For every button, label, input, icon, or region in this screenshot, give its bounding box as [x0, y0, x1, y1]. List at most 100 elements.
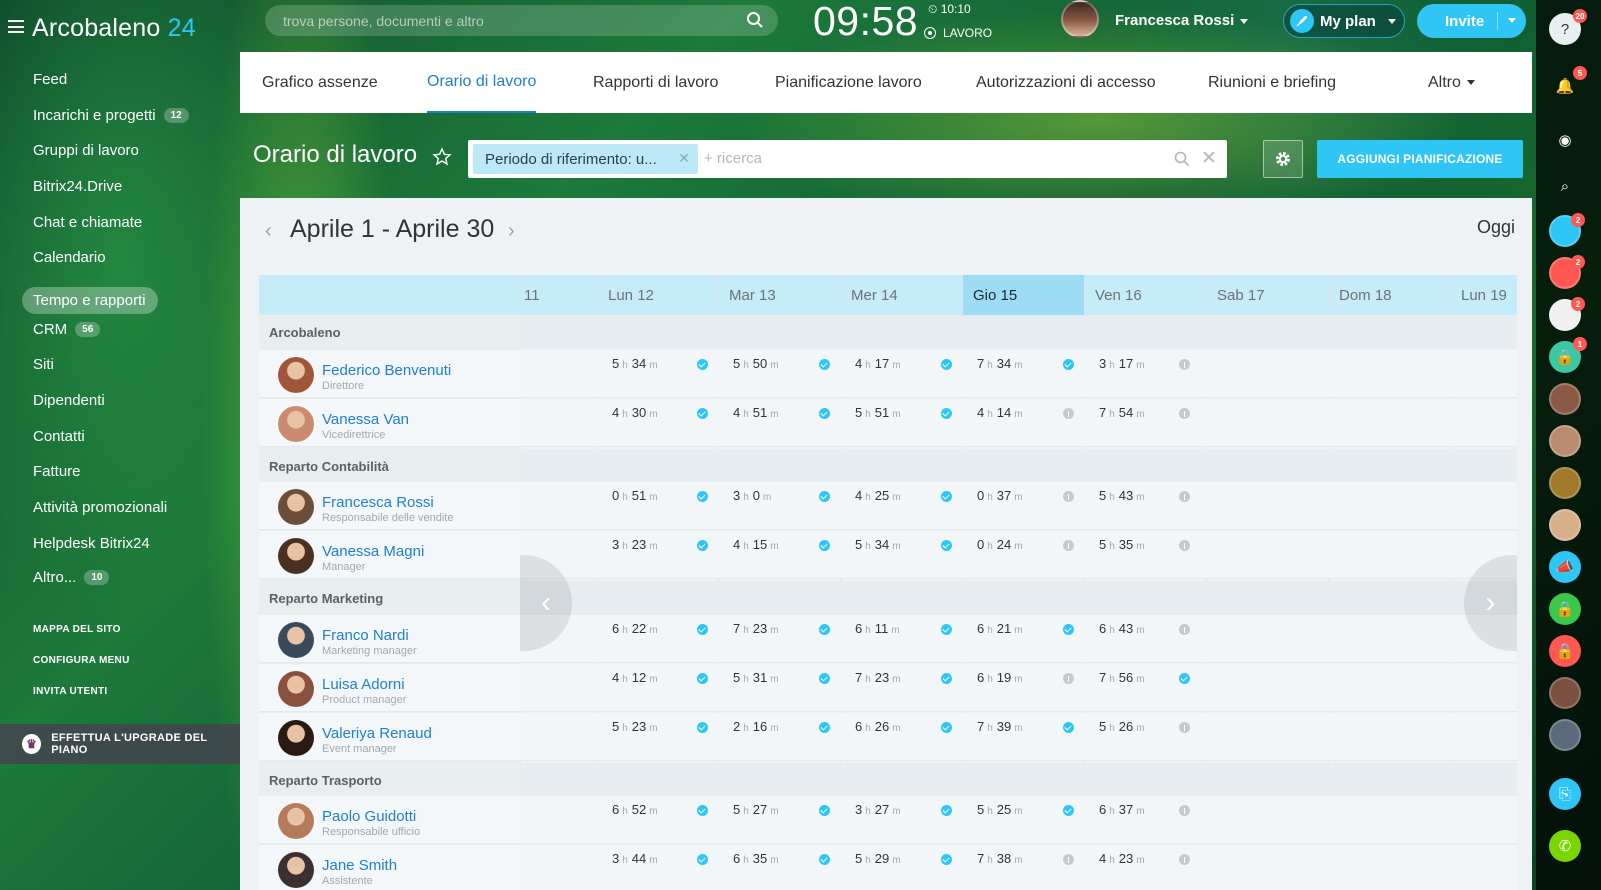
bell-icon[interactable]: 🔔 5: [1549, 66, 1587, 102]
day-header[interactable]: Dom 18: [1328, 275, 1450, 315]
employee-avatar[interactable]: [278, 803, 314, 839]
search-icon[interactable]: [746, 11, 764, 29]
worked-time[interactable]: 6 h 52 m: [612, 802, 662, 817]
sidebar-link-configure-menu[interactable]: CONFIGURA MENU: [33, 655, 130, 666]
document-icon[interactable]: ⎘: [1549, 778, 1581, 810]
tab-altro[interactable]: Altro: [1428, 52, 1475, 113]
contact-avatar[interactable]: 2: [1549, 213, 1585, 247]
contact-avatar[interactable]: [1549, 425, 1581, 457]
employee-avatar[interactable]: [278, 406, 314, 442]
employee-avatar[interactable]: [278, 357, 314, 393]
worked-time[interactable]: 0 h 37 m: [977, 488, 1027, 503]
invite-button[interactable]: Invite: [1417, 4, 1526, 38]
sidebar-item-contatti[interactable]: Contatti: [33, 428, 85, 445]
sidebar-item-crm[interactable]: CRM 56: [33, 321, 101, 338]
worked-time[interactable]: 4 h 12 m: [612, 670, 662, 685]
phone-icon[interactable]: ✆: [1549, 830, 1581, 862]
sidebar-link-site-map[interactable]: MAPPA DEL SITO: [33, 624, 121, 635]
worked-time[interactable]: 4 h 17 m: [855, 356, 905, 371]
employee-name[interactable]: Vanessa Magni: [322, 543, 424, 560]
star-icon[interactable]: [432, 147, 452, 167]
filter-search-input[interactable]: + ricerca: [704, 150, 762, 167]
worked-time[interactable]: 5 h 34 m: [855, 537, 905, 552]
worked-time[interactable]: 7 h 34 m: [977, 356, 1027, 371]
worked-time[interactable]: 3 h 17 m: [1099, 356, 1149, 371]
contact-avatar[interactable]: 2: [1549, 255, 1585, 289]
worked-time[interactable]: 3h0m: [733, 488, 775, 503]
worked-time[interactable]: 6 h 21 m: [977, 621, 1027, 636]
clear-icon[interactable]: ✕: [1201, 147, 1217, 170]
day-header[interactable]: Sab 17: [1206, 275, 1328, 315]
clock[interactable]: 09:58: [813, 0, 918, 45]
employee-name[interactable]: Valeriya Renaud: [322, 725, 432, 742]
worked-time[interactable]: 5 h 31 m: [733, 670, 783, 685]
worked-time[interactable]: 5 h 51 m: [855, 405, 905, 420]
menu-icon[interactable]: [8, 20, 24, 33]
employee-avatar[interactable]: [278, 852, 314, 888]
worked-time[interactable]: 3 h 23 m: [612, 537, 662, 552]
tab-riunioni-e-briefing[interactable]: Riunioni e briefing: [1208, 52, 1336, 113]
close-icon[interactable]: ✕: [678, 150, 690, 167]
worked-time[interactable]: 5 h 50 m: [733, 356, 783, 371]
search-icon[interactable]: ⌕: [1549, 170, 1581, 202]
day-header[interactable]: Mer 14: [840, 275, 962, 315]
day-header[interactable]: 11: [520, 275, 597, 315]
sidebar-item-altro[interactable]: Altro... 10: [33, 569, 110, 586]
filter-chip[interactable]: Periodo di riferimento: u... ✕: [473, 144, 698, 174]
employee-avatar[interactable]: [278, 622, 314, 658]
worked-time[interactable]: 6 h 43 m: [1099, 621, 1149, 636]
worked-time[interactable]: 6 h 35 m: [733, 851, 783, 866]
chat-icon[interactable]: ◉: [1549, 124, 1581, 156]
employee-avatar[interactable]: [278, 489, 314, 525]
day-header[interactable]: Ven 16: [1084, 275, 1206, 315]
worked-time[interactable]: 3 h 44 m: [612, 851, 662, 866]
employee-name[interactable]: Vanessa Van: [322, 411, 409, 428]
worked-time[interactable]: 5 h 27 m: [733, 802, 783, 817]
worked-time[interactable]: 4 h 15 m: [733, 537, 783, 552]
megaphone-icon[interactable]: 📣: [1549, 551, 1581, 583]
employee-name[interactable]: Paolo Guidotti: [322, 808, 416, 825]
lock-chat-icon[interactable]: 🔒: [1549, 593, 1581, 625]
user-menu[interactable]: Francesca Rossi: [1115, 12, 1249, 29]
worked-time[interactable]: 4 h 14 m: [977, 405, 1027, 420]
sidebar-item-feed[interactable]: Feed: [33, 71, 67, 88]
sidebar-item-bitrix24-drive[interactable]: Bitrix24.Drive: [33, 178, 122, 195]
search-icon[interactable]: [1174, 151, 1190, 167]
employee-avatar[interactable]: [278, 538, 314, 574]
upgrade-plan-button[interactable]: ♛ EFFETTUA L'UPGRADE DEL PIANO: [0, 724, 240, 764]
add-schedule-button[interactable]: AGGIUNGI PIANIFICAZIONE: [1317, 140, 1523, 178]
worked-time[interactable]: 5 h 34 m: [612, 356, 662, 371]
contact-avatar[interactable]: [1549, 677, 1581, 709]
worked-time[interactable]: 7 h 39 m: [977, 719, 1027, 734]
user-avatar[interactable]: [1061, 0, 1099, 38]
sidebar-item-incarichi-e-progetti[interactable]: Incarichi e progetti 12: [33, 107, 189, 124]
sidebar-item-chat-e-chiamate[interactable]: Chat e chiamate: [33, 214, 142, 231]
employee-name[interactable]: Federico Benvenuti: [322, 362, 451, 379]
sidebar-item-helpdesk-bitrix24[interactable]: Helpdesk Bitrix24: [33, 535, 150, 552]
tab-grafico-assenze[interactable]: Grafico assenze: [262, 52, 378, 113]
lock-chat-icon[interactable]: 🔒: [1549, 635, 1581, 667]
day-header[interactable]: Gio 15: [962, 275, 1084, 315]
tab-orario-di-lavoro[interactable]: Orario di lavoro: [427, 52, 537, 113]
contact-avatar[interactable]: [1549, 383, 1581, 415]
today-button[interactable]: Oggi: [1477, 217, 1515, 238]
sidebar-item-tempo-e-rapporti[interactable]: Tempo e rapporti: [22, 287, 158, 314]
worked-time[interactable]: 6 h 19 m: [977, 670, 1027, 685]
tab-autorizzazioni-di-accesso[interactable]: Autorizzazioni di accesso: [976, 52, 1156, 113]
employee-name[interactable]: Luisa Adorni: [322, 676, 405, 693]
worked-time[interactable]: 6 h 26 m: [855, 719, 905, 734]
employee-name[interactable]: Francesca Rossi: [322, 494, 434, 511]
next-period-arrow[interactable]: ›: [508, 220, 515, 243]
worked-time[interactable]: 5 h 29 m: [855, 851, 905, 866]
worked-time[interactable]: 7 h 54 m: [1099, 405, 1149, 420]
worked-time[interactable]: 0 h 51 m: [612, 488, 662, 503]
worked-time[interactable]: 6 h 37 m: [1099, 802, 1149, 817]
worked-time[interactable]: 7 h 23 m: [855, 670, 905, 685]
worked-time[interactable]: 5 h 25 m: [977, 802, 1027, 817]
contact-avatar[interactable]: [1549, 719, 1581, 751]
sidebar-item-fatture[interactable]: Fatture: [33, 463, 81, 480]
help-icon[interactable]: ? 20: [1549, 9, 1587, 45]
contact-avatar[interactable]: [1549, 509, 1581, 541]
sidebar-link-invite-users[interactable]: INVITA UTENTI: [33, 686, 107, 697]
worked-time[interactable]: 5 h 43 m: [1099, 488, 1149, 503]
